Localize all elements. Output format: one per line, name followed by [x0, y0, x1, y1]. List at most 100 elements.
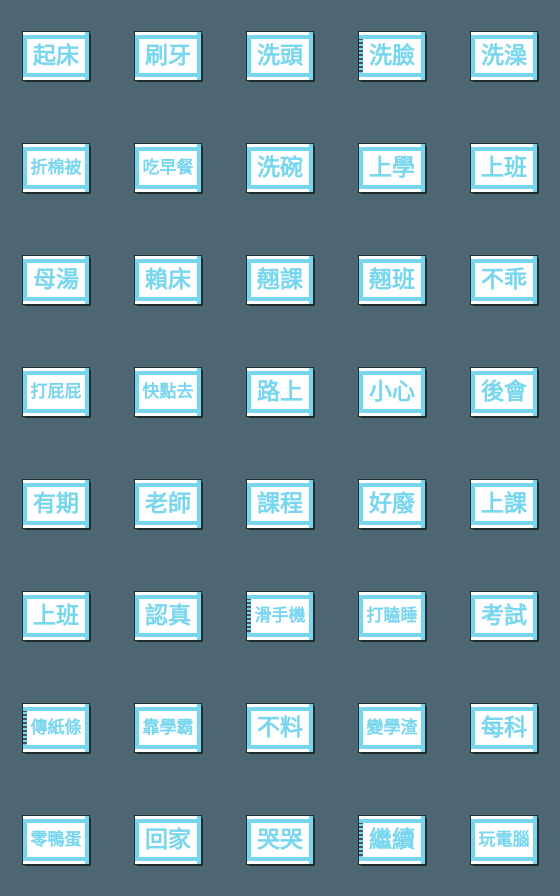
sticker-cell[interactable]: 上班 — [0, 560, 112, 672]
sticker-cell[interactable]: 路上 — [224, 336, 336, 448]
plate-cap-bottom — [359, 189, 425, 192]
sticker-cell[interactable]: 快點去 — [112, 336, 224, 448]
sticker-cell[interactable]: 零鴨蛋 — [0, 784, 112, 896]
sticker-cell[interactable]: 繼續 — [336, 784, 448, 896]
sticker-cell[interactable]: 洗臉 — [336, 0, 448, 112]
sticker-cell[interactable]: 課程 — [224, 448, 336, 560]
sticker-cell[interactable]: 變學渣 — [336, 672, 448, 784]
sticker-label: 不乖 — [481, 266, 527, 293]
sticker-plate[interactable]: 哭哭 — [247, 816, 313, 864]
sticker-plate[interactable]: 滑手機 — [247, 592, 313, 640]
sticker-cell[interactable]: 吃早餐 — [112, 112, 224, 224]
sticker-cell[interactable]: 不乖 — [448, 224, 560, 336]
sticker-plate[interactable]: 傳紙條 — [23, 704, 89, 752]
plate-cap-bottom — [247, 189, 313, 192]
sticker-plate[interactable]: 刷牙 — [135, 32, 201, 80]
sticker-cell[interactable]: 不料 — [224, 672, 336, 784]
sticker-plate[interactable]: 上學 — [359, 144, 425, 192]
sticker-plate[interactable]: 老師 — [135, 480, 201, 528]
sticker-cell[interactable]: 洗碗 — [224, 112, 336, 224]
sticker-plate[interactable]: 零鴨蛋 — [23, 816, 89, 864]
sticker-cell[interactable]: 有期 — [0, 448, 112, 560]
sticker-plate[interactable]: 母湯 — [23, 256, 89, 304]
plate-bar-top — [247, 595, 313, 599]
plate-bar-top — [23, 147, 89, 151]
sticker-plate[interactable]: 打屁屁 — [23, 368, 89, 416]
sticker-cell[interactable]: 母湯 — [0, 224, 112, 336]
plate-bar-top — [247, 259, 313, 263]
sticker-cell[interactable]: 上班 — [448, 112, 560, 224]
sticker-plate[interactable]: 洗頭 — [247, 32, 313, 80]
plate-cap-bottom — [247, 301, 313, 304]
sticker-plate[interactable]: 洗澡 — [471, 32, 537, 80]
plate-cap-bottom — [247, 413, 313, 416]
sticker-cell[interactable]: 回家 — [112, 784, 224, 896]
sticker-plate[interactable]: 吃早餐 — [135, 144, 201, 192]
sticker-cell[interactable]: 老師 — [112, 448, 224, 560]
sticker-plate[interactable]: 回家 — [135, 816, 201, 864]
sticker-plate[interactable]: 玩電腦 — [471, 816, 537, 864]
sticker-cell[interactable]: 認真 — [112, 560, 224, 672]
sticker-plate[interactable]: 賴床 — [135, 256, 201, 304]
sticker-cell[interactable]: 賴床 — [112, 224, 224, 336]
sticker-plate[interactable]: 小心 — [359, 368, 425, 416]
sticker-cell[interactable]: 洗頭 — [224, 0, 336, 112]
sticker-plate[interactable]: 課程 — [247, 480, 313, 528]
sticker-cell[interactable]: 上課 — [448, 448, 560, 560]
sticker-cell[interactable]: 哭哭 — [224, 784, 336, 896]
plate-cap-bottom — [247, 861, 313, 864]
sticker-plate[interactable]: 不料 — [247, 704, 313, 752]
sticker-plate[interactable]: 每科 — [471, 704, 537, 752]
sticker-cell[interactable]: 滑手機 — [224, 560, 336, 672]
sticker-cell[interactable]: 後會 — [448, 336, 560, 448]
sticker-plate[interactable]: 洗碗 — [247, 144, 313, 192]
sticker-cell[interactable]: 每科 — [448, 672, 560, 784]
sticker-cell[interactable]: 打屁屁 — [0, 336, 112, 448]
sticker-plate[interactable]: 繼續 — [359, 816, 425, 864]
sticker-label: 回家 — [145, 826, 191, 853]
sticker-plate[interactable]: 路上 — [247, 368, 313, 416]
sticker-cell[interactable]: 翹班 — [336, 224, 448, 336]
sticker-cell[interactable]: 好廢 — [336, 448, 448, 560]
sticker-plate[interactable]: 打瞌睡 — [359, 592, 425, 640]
sticker-cell[interactable]: 起床 — [0, 0, 112, 112]
sticker-cell[interactable]: 玩電腦 — [448, 784, 560, 896]
sticker-cell[interactable]: 上學 — [336, 112, 448, 224]
sticker-plate[interactable]: 後會 — [471, 368, 537, 416]
sticker-plate[interactable]: 上課 — [471, 480, 537, 528]
plate-bar-top — [247, 35, 313, 39]
sticker-label: 有期 — [33, 490, 79, 517]
sticker-plate[interactable]: 上班 — [471, 144, 537, 192]
sticker-plate[interactable]: 認真 — [135, 592, 201, 640]
sticker-plate[interactable]: 變學渣 — [359, 704, 425, 752]
sticker-plate[interactable]: 快點去 — [135, 368, 201, 416]
plate-bar-top — [23, 483, 89, 487]
plate-bar-top — [359, 707, 425, 711]
sticker-plate[interactable]: 起床 — [23, 32, 89, 80]
sticker-label: 上課 — [481, 490, 527, 517]
plate-bar-top — [471, 147, 537, 151]
sticker-plate[interactable]: 上班 — [23, 592, 89, 640]
sticker-plate[interactable]: 洗臉 — [359, 32, 425, 80]
sticker-cell[interactable]: 折棉被 — [0, 112, 112, 224]
sticker-cell[interactable]: 靠學霸 — [112, 672, 224, 784]
sticker-plate[interactable]: 好廢 — [359, 480, 425, 528]
sticker-plate[interactable]: 有期 — [23, 480, 89, 528]
sticker-plate[interactable]: 翹班 — [359, 256, 425, 304]
sticker-plate[interactable]: 折棉被 — [23, 144, 89, 192]
sticker-plate[interactable]: 考試 — [471, 592, 537, 640]
sticker-cell[interactable]: 傳紙條 — [0, 672, 112, 784]
sticker-cell[interactable]: 打瞌睡 — [336, 560, 448, 672]
sticker-cell[interactable]: 翹課 — [224, 224, 336, 336]
sticker-plate[interactable]: 不乖 — [471, 256, 537, 304]
sticker-plate[interactable]: 翹課 — [247, 256, 313, 304]
sticker-cell[interactable]: 考試 — [448, 560, 560, 672]
sticker-cell[interactable]: 刷牙 — [112, 0, 224, 112]
plate-bar-top — [247, 371, 313, 375]
sticker-label: 吃早餐 — [142, 157, 194, 178]
plate-bar-top — [247, 483, 313, 487]
sticker-cell[interactable]: 小心 — [336, 336, 448, 448]
sticker-plate[interactable]: 靠學霸 — [135, 704, 201, 752]
sticker-cell[interactable]: 洗澡 — [448, 0, 560, 112]
plate-cap-bottom — [135, 749, 201, 752]
